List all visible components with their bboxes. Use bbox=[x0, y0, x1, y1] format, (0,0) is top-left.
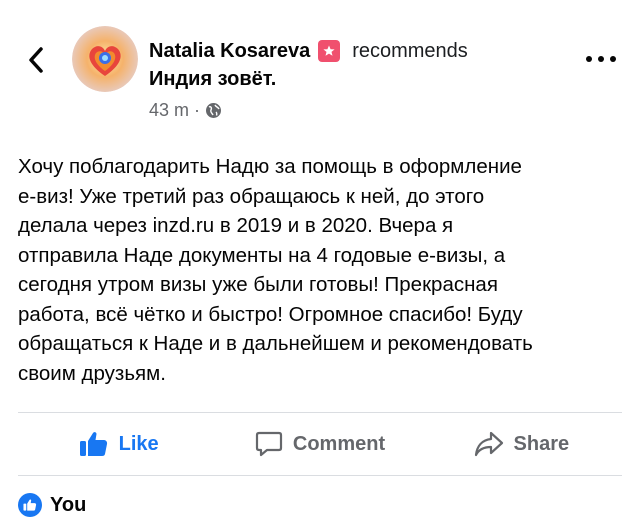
recommend-badge-icon bbox=[318, 40, 341, 62]
like-label: Like bbox=[118, 432, 159, 455]
divider bbox=[18, 475, 622, 476]
like-button[interactable]: Like bbox=[18, 413, 219, 475]
post-meta: 43 m · bbox=[149, 100, 222, 121]
reactions-summary[interactable]: You bbox=[18, 493, 86, 517]
more-icon bbox=[586, 56, 592, 62]
share-icon bbox=[474, 431, 503, 457]
page-name[interactable]: Индия зовёт. bbox=[149, 65, 569, 93]
globe-icon bbox=[206, 103, 222, 118]
recommend-action-text: recommends bbox=[352, 39, 468, 62]
like-icon bbox=[79, 432, 107, 456]
reactions-label: You bbox=[50, 493, 87, 516]
post-header: Natalia Kosareva recommends Индия зовёт. bbox=[149, 37, 569, 93]
header-line: Natalia Kosareva recommends bbox=[149, 37, 569, 65]
more-options-button[interactable] bbox=[586, 52, 616, 66]
reaction-like-icon bbox=[18, 493, 42, 517]
avatar[interactable] bbox=[72, 26, 138, 92]
meta-separator: · bbox=[194, 100, 201, 120]
comment-label: Comment bbox=[292, 432, 386, 455]
share-label: Share bbox=[513, 432, 570, 455]
post-time[interactable]: 43 m bbox=[149, 100, 189, 121]
back-icon bbox=[29, 47, 43, 73]
comment-icon bbox=[255, 431, 282, 457]
back-button[interactable] bbox=[22, 44, 50, 76]
post-text: Хочу поблагодарить Надю за помощь в офор… bbox=[18, 155, 533, 385]
comment-button[interactable]: Comment bbox=[219, 413, 420, 475]
post-actions-bar: Like Comment Share bbox=[18, 413, 622, 475]
author-name[interactable]: Natalia Kosareva bbox=[149, 40, 310, 63]
share-button[interactable]: Share bbox=[421, 413, 622, 475]
